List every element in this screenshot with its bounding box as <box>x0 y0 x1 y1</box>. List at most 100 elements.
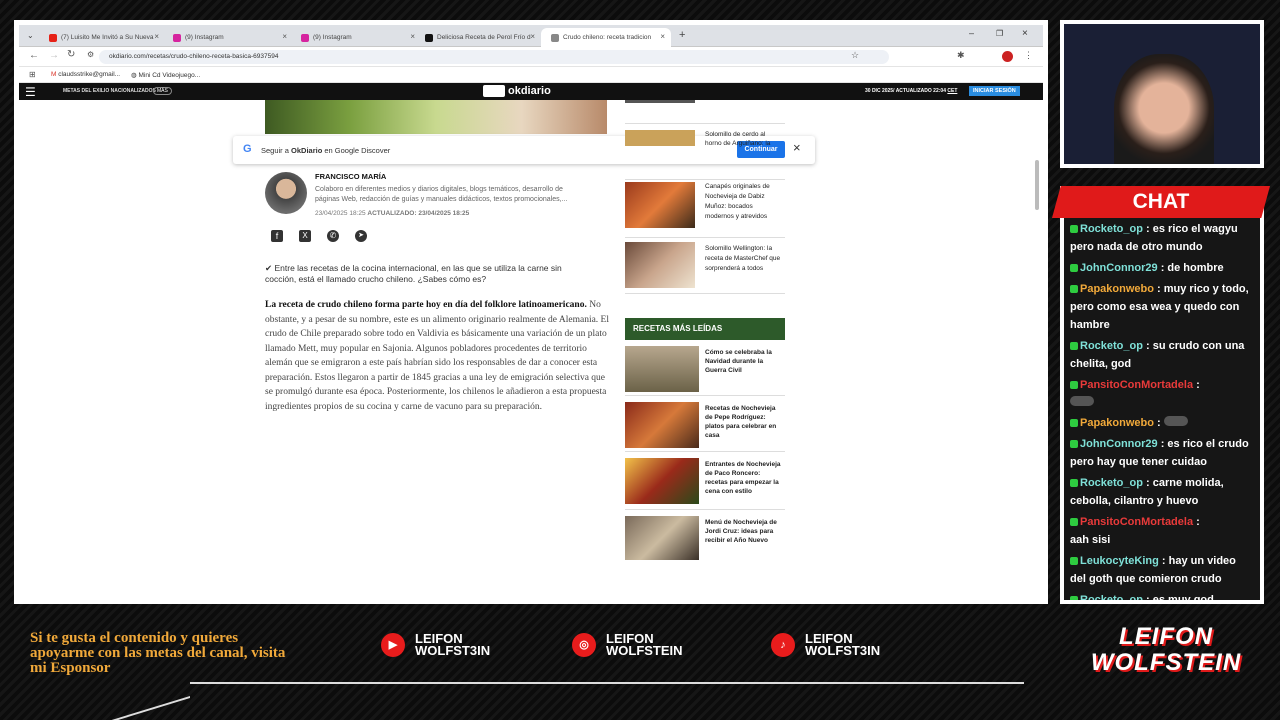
facebook-icon[interactable]: f <box>271 230 283 242</box>
most-read-item[interactable]: Entrantes de Nochevieja de Paco Roncero:… <box>625 452 785 510</box>
emote-icon <box>1070 396 1094 406</box>
footer-divider-slant <box>0 696 190 720</box>
instagram-social[interactable]: ◎ LEIFON WOLFSTEIN <box>572 632 683 657</box>
tab-label: (9) Instagram <box>185 34 224 41</box>
close-tab-icon[interactable]: × <box>660 32 665 41</box>
sponsor-text: Si te gusta el contenido y quieres apoya… <box>30 630 286 676</box>
apps-icon[interactable]: ⊞ <box>29 70 36 79</box>
close-window-icon[interactable]: × <box>1022 28 1028 39</box>
chat-badge-icon <box>1070 264 1078 273</box>
browser-window: ⌄ (7) Luisito Me Invitó a Su Nueva × (9)… <box>14 20 1048 604</box>
tab-youtube[interactable]: (7) Luisito Me Invitó a Su Nueva × <box>39 28 165 47</box>
instagram-icon: ◎ <box>572 633 596 657</box>
minimize-icon[interactable]: – <box>969 28 974 38</box>
tiktok-icon: ♪ <box>771 633 795 657</box>
chat-badge-icon <box>1070 342 1078 351</box>
sidebar-card[interactable] <box>625 100 785 124</box>
most-read-image <box>625 516 699 560</box>
gmail-icon: M <box>51 71 57 78</box>
chat-badge-icon <box>1070 479 1078 488</box>
sidebar-card[interactable]: Solomillo de cerdo al horno de Arguiñano… <box>625 124 785 180</box>
tab-tiktok[interactable]: Deliciosa Receta de Perol Frío d × <box>415 28 541 47</box>
sidebar-card[interactable]: Solomillo Wellington: la receta de Maste… <box>625 238 785 294</box>
globe-icon: ◍ <box>131 72 137 79</box>
tab-instagram-2[interactable]: (9) Instagram × <box>291 28 421 47</box>
okdiario-header: ☰ METAS DEL EXILIO NACIONALIZADOS MÁS ok… <box>19 83 1043 100</box>
tab-okdiario[interactable]: Crudo chileno: receta tradicion × <box>541 28 671 47</box>
chat-badge-icon <box>1070 225 1078 234</box>
author-name[interactable]: FRANCISCO MARÍA <box>315 172 386 181</box>
new-tab-icon[interactable]: + <box>679 29 685 41</box>
chat-badge-icon <box>1070 596 1078 600</box>
maximize-icon[interactable]: ❐ <box>996 29 1003 38</box>
most-read-item[interactable]: Cómo se celebraba la Navidad durante la … <box>625 340 785 396</box>
brand-logo: LEIFON WOLFSTEIN <box>1090 623 1242 676</box>
sidebar-card-image <box>625 242 695 288</box>
chat-badge-icon <box>1070 381 1078 390</box>
article-lead: ✔ Entre las recetas de la cocina interna… <box>265 263 562 284</box>
tab-bar: ⌄ (7) Luisito Me Invitó a Su Nueva × (9)… <box>19 25 1043 47</box>
x-icon[interactable]: X <box>299 230 311 242</box>
kebab-menu-icon[interactable]: ⋮ <box>1024 50 1033 61</box>
bookmark-gmail[interactable]: M claudsstrike@gmail... <box>51 71 120 78</box>
okdiario-logo[interactable]: okdiario <box>483 84 557 98</box>
instagram-icon <box>301 34 309 42</box>
most-read-item[interactable]: Menú de Nochevieja de Jordi Cruz: ideas … <box>625 510 785 560</box>
chat-message: JohnConnor29 : de hombre <box>1064 259 1260 277</box>
hamburger-menu-icon[interactable]: ☰ <box>25 85 36 99</box>
anniversary-icon <box>483 85 505 97</box>
body-lead-bold: La receta de crudo chileno forma parte h… <box>265 300 587 310</box>
author-avatar[interactable] <box>265 172 307 214</box>
url-input[interactable]: okdiario.com/recetas/crudo-chileno-recet… <box>99 50 889 64</box>
site-info-icon[interactable]: ⚙ <box>87 50 94 59</box>
header-menu-text[interactable]: METAS DEL EXILIO NACIONALIZADOS <box>63 88 156 94</box>
telegram-icon[interactable]: ➤ <box>355 230 367 242</box>
sidebar-card-title: Solomillo de cerdo al horno de Arguiñano… <box>705 131 771 147</box>
profile-avatar[interactable] <box>1002 51 1013 62</box>
chat-message: Rocketo_op : es rico el wagyu pero nada … <box>1070 223 1238 253</box>
tiktok-social[interactable]: ♪ LEIFON WOLFST3IN <box>771 632 880 657</box>
most-read-title: Cómo se celebraba la Navidad durante la … <box>705 349 772 374</box>
sidebar-card[interactable]: Canapés originales de Nochevieja de Dabi… <box>625 180 785 238</box>
page-scrollbar[interactable] <box>1035 160 1039 210</box>
instagram-icon <box>173 34 181 42</box>
sidebar-card-image <box>625 100 695 103</box>
sidebar-card-title: Solomillo Wellington: la receta de Maste… <box>705 245 781 272</box>
tab-search-chevron-icon[interactable]: ⌄ <box>27 31 34 40</box>
extensions-icon[interactable]: ✱ <box>957 50 965 61</box>
bookmarks-bar: ⊞ M claudsstrike@gmail... ◍ Mini Cd Vide… <box>19 67 1043 83</box>
reload-icon[interactable]: ↻ <box>67 49 75 60</box>
chat-message: Papakonwebo : <box>1064 414 1260 432</box>
chat-message: PansitoConMortadela : <box>1064 376 1260 412</box>
emote-icon <box>1163 416 1188 426</box>
sidebar-related: Solomillo de cerdo al horno de Arguiñano… <box>625 100 785 560</box>
tab-instagram-1[interactable]: (9) Instagram × <box>163 28 293 47</box>
most-read-header: RECETAS MÁS LEÍDAS <box>625 318 785 340</box>
body-text: No obstante, y a pesar de su nombre, est… <box>265 300 609 412</box>
bookmark-star-icon[interactable]: ☆ <box>851 50 859 61</box>
streamer-figure <box>1114 54 1214 164</box>
whatsapp-icon[interactable]: ✆ <box>327 230 339 242</box>
login-button[interactable]: INICIAR SESIÓN <box>969 86 1020 96</box>
header-date: 30 DIC 2025/ ACTUALIZADO 22:04 CET <box>865 88 958 94</box>
most-read-item[interactable]: Recetas de Nochevieja de Pepe Rodríguez:… <box>625 396 785 452</box>
most-read-title: Entrantes de Nochevieja de Paco Roncero:… <box>705 461 781 495</box>
bookmark-mini-cd[interactable]: ◍ Mini Cd Videojuego... <box>131 71 200 79</box>
youtube-icon: ▶ <box>381 633 405 657</box>
article-page: G Seguir a OkDiario en Google Discover C… <box>19 100 1043 590</box>
back-icon[interactable]: ← <box>29 50 39 61</box>
close-tab-icon[interactable]: × <box>154 32 159 41</box>
close-tab-icon[interactable]: × <box>530 32 535 41</box>
most-read-image <box>625 346 699 392</box>
sidebar-card-image <box>625 130 695 146</box>
more-button[interactable]: MÁS <box>153 87 172 95</box>
youtube-social[interactable]: ▶ LEIFON WOLFST3IN <box>381 632 490 657</box>
chat-message: Rocketo_op : es muy god <box>1064 591 1260 600</box>
forward-icon[interactable]: → <box>49 50 59 61</box>
close-tab-icon[interactable]: × <box>282 32 287 41</box>
tab-label: (9) Instagram <box>313 34 352 41</box>
bookmark-label: claudsstrike@gmail... <box>58 71 121 78</box>
chat-badge-icon <box>1070 419 1078 428</box>
close-icon[interactable]: × <box>793 140 801 155</box>
bookmark-label: Mini Cd Videojuego... <box>138 72 201 79</box>
